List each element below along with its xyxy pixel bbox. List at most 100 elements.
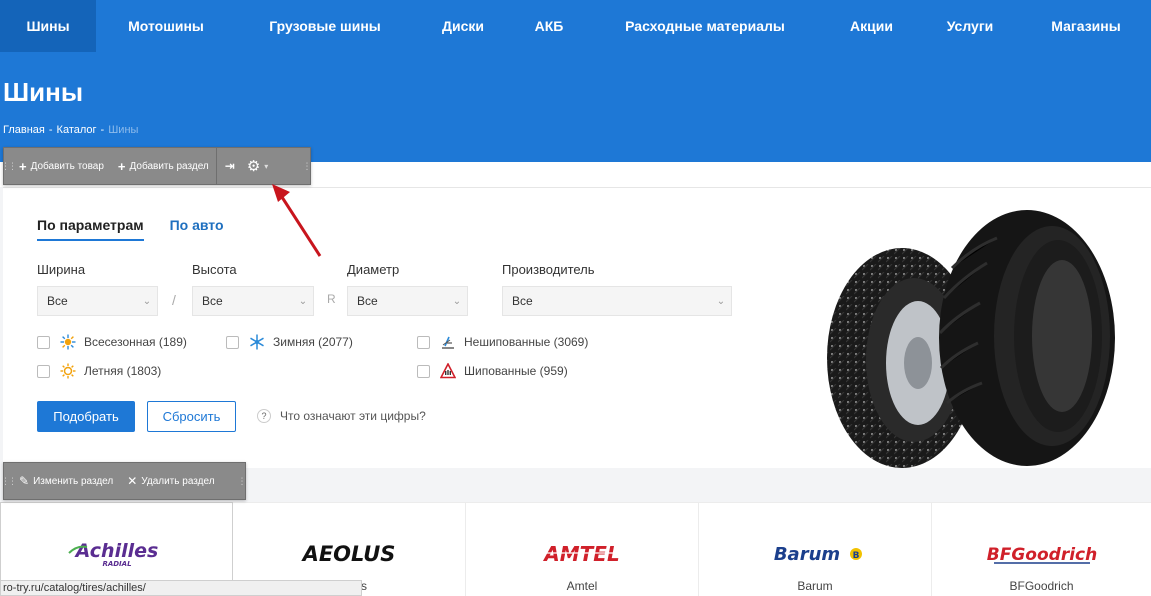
width-select-value: Все bbox=[47, 294, 68, 308]
nav-item-moto[interactable]: Мотошины bbox=[96, 0, 236, 52]
close-icon: ✕ bbox=[127, 474, 138, 488]
brand-card-barum[interactable]: Barum B Barum bbox=[699, 502, 932, 596]
chevron-down-icon: ⌄ bbox=[142, 295, 152, 307]
nav-item-batteries[interactable]: АКБ bbox=[512, 0, 586, 52]
pin-button[interactable]: ⇥ bbox=[217, 148, 243, 184]
all-season-icon bbox=[60, 334, 76, 350]
brand-name: Barum bbox=[797, 579, 833, 593]
admin-toolbar: ⋮⋮ + Добавить товар + Добавить раздел ⇥ … bbox=[1, 147, 312, 185]
pencil-icon: ✎ bbox=[19, 474, 30, 488]
studded-icon bbox=[440, 363, 456, 379]
drag-handle-icon[interactable]: ⋮⋮ bbox=[1, 463, 17, 499]
sun-icon bbox=[60, 363, 76, 379]
breadcrumb-home[interactable]: Главная bbox=[3, 124, 45, 136]
checkbox[interactable] bbox=[226, 335, 239, 349]
drag-handle-icon[interactable]: ⋮⋮ bbox=[1, 148, 17, 184]
add-section-button[interactable]: + Добавить раздел bbox=[111, 148, 216, 184]
height-select[interactable]: Все ⌄ bbox=[192, 286, 314, 316]
brand-logo-achilles: Achilles RADIAL bbox=[1, 539, 232, 569]
width-label: Ширина bbox=[37, 262, 86, 277]
delete-section-label: Удалить раздел bbox=[141, 475, 215, 487]
top-nav: Шины Мотошины Грузовые шины Диски АКБ Ра… bbox=[0, 0, 1151, 52]
diameter-select[interactable]: Все ⌄ bbox=[347, 286, 468, 316]
page-title: Шины bbox=[3, 77, 84, 107]
nav-item-stores[interactable]: Магазины bbox=[1021, 0, 1151, 52]
size-separator-slash: / bbox=[172, 292, 176, 308]
help-link[interactable]: ? Что означают эти цифры? bbox=[257, 409, 426, 423]
diameter-select-value: Все bbox=[357, 294, 378, 308]
checkbox[interactable] bbox=[37, 335, 50, 349]
edit-section-label: Изменить раздел bbox=[33, 475, 114, 487]
chevron-down-icon: ⌄ bbox=[452, 295, 462, 307]
height-select-value: Все bbox=[202, 294, 223, 308]
season-summer-checkbox[interactable]: Летняя (1803) bbox=[37, 363, 161, 379]
nav-item-wheels[interactable]: Диски bbox=[414, 0, 512, 52]
nav-item-consumables[interactable]: Расходные материалы bbox=[586, 0, 824, 52]
nav-item-tires[interactable]: Шины bbox=[0, 0, 96, 52]
brand-logo-barum: Barum B bbox=[699, 539, 931, 569]
nav-item-promo[interactable]: Акции bbox=[824, 0, 919, 52]
breadcrumb-separator: - bbox=[100, 124, 105, 136]
brand-name: BFGoodrich bbox=[1009, 579, 1074, 593]
studless-icon bbox=[440, 334, 456, 350]
breadcrumb-catalog[interactable]: Каталог bbox=[57, 124, 97, 136]
season-winter-label: Зимняя (2077) bbox=[273, 335, 353, 349]
pin-icon: ⇥ bbox=[224, 159, 235, 173]
help-label: Что означают эти цифры? bbox=[280, 409, 426, 423]
nav-item-services[interactable]: Услуги bbox=[919, 0, 1021, 52]
manufacturer-label: Производитель bbox=[502, 262, 595, 277]
studded-label: Шипованные (959) bbox=[464, 364, 568, 378]
settings-button[interactable]: ⚙ ▾ bbox=[243, 148, 272, 184]
submit-button[interactable]: Подобрать bbox=[37, 401, 135, 432]
breadcrumb-separator: - bbox=[48, 124, 53, 136]
plus-icon: + bbox=[19, 158, 27, 174]
brand-name: Amtel bbox=[566, 579, 598, 593]
studless-label: Нешипованные (3069) bbox=[464, 335, 589, 349]
season-all-label: Всесезонная (189) bbox=[84, 335, 187, 349]
nav-item-truck[interactable]: Грузовые шины bbox=[236, 0, 414, 52]
brand-logo-text: BFGoodrich bbox=[986, 545, 1096, 565]
season-all-checkbox[interactable]: Всесезонная (189) bbox=[37, 334, 187, 350]
checkbox[interactable] bbox=[417, 364, 430, 378]
manufacturer-select[interactable]: Все ⌄ bbox=[502, 286, 732, 316]
tab-by-car[interactable]: По авто bbox=[170, 217, 224, 241]
arrow-annotation-icon bbox=[272, 184, 322, 257]
chevron-down-icon: ▾ bbox=[264, 161, 269, 171]
filter-tabs: По параметрам По авто bbox=[37, 217, 224, 241]
edit-section-button[interactable]: ✎ Изменить раздел bbox=[12, 463, 120, 499]
breadcrumb-current: Шины bbox=[108, 124, 139, 136]
season-winter-checkbox[interactable]: Зимняя (2077) bbox=[226, 334, 353, 350]
season-summer-label: Летняя (1803) bbox=[84, 364, 162, 378]
add-section-label: Добавить раздел bbox=[129, 160, 209, 172]
studded-checkbox[interactable]: Шипованные (959) bbox=[417, 363, 568, 379]
brand-logo-aeolus: AEOLUS bbox=[233, 539, 465, 569]
checkbox[interactable] bbox=[37, 364, 50, 378]
brand-card-bfgoodrich[interactable]: BFGoodrich BFGoodrich bbox=[932, 502, 1151, 596]
brand-logo-text: Barum bbox=[774, 544, 840, 565]
status-url: ro-try.ru/catalog/tires/achilles/ bbox=[0, 580, 362, 596]
tab-by-params[interactable]: По параметрам bbox=[37, 217, 144, 241]
size-separator-r: R bbox=[327, 292, 336, 306]
plus-icon: + bbox=[117, 158, 126, 174]
delete-section-button[interactable]: ✕ Удалить раздел bbox=[120, 463, 221, 499]
add-product-label: Добавить товар bbox=[30, 160, 104, 172]
chevron-down-icon: ⌄ bbox=[298, 295, 308, 307]
studless-checkbox[interactable]: Нешипованные (3069) bbox=[417, 334, 588, 350]
brand-logo-amtel: AMTEL bbox=[466, 539, 698, 569]
add-product-button[interactable]: + Добавить товар bbox=[12, 148, 111, 184]
height-label: Высота bbox=[192, 262, 237, 277]
drag-handle-icon[interactable]: ⋮ bbox=[302, 148, 312, 184]
tires-image bbox=[822, 208, 1122, 473]
breadcrumb: Главная - Каталог - Шины bbox=[3, 124, 138, 136]
reset-button[interactable]: Сбросить bbox=[147, 401, 236, 432]
width-select[interactable]: Все ⌄ bbox=[37, 286, 158, 316]
brand-logo-text: AEOLUS bbox=[301, 542, 396, 566]
checkbox[interactable] bbox=[417, 335, 430, 349]
svg-text:B: B bbox=[853, 551, 860, 561]
question-icon: ? bbox=[257, 409, 271, 423]
brand-logo-subtext: RADIAL bbox=[102, 560, 131, 568]
section-toolbar: ⋮⋮ ✎ Изменить раздел ✕ Удалить раздел ⋮ bbox=[1, 462, 247, 500]
drag-handle-icon[interactable]: ⋮ bbox=[237, 463, 247, 499]
brand-card-amtel[interactable]: AMTEL Amtel bbox=[466, 502, 699, 596]
page-header: Шины Главная - Каталог - Шины bbox=[0, 52, 1151, 162]
